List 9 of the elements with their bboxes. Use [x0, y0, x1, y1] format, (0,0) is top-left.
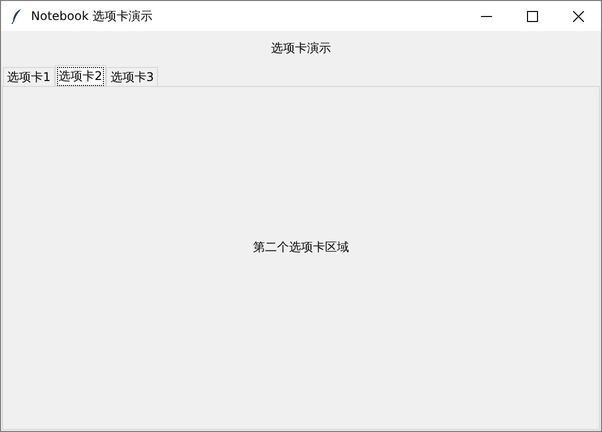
feather-icon	[11, 8, 23, 24]
tab[interactable]: 选项卡1	[3, 67, 55, 86]
panel-label: 第二个选项卡区域	[253, 238, 349, 256]
close-icon[interactable]	[572, 10, 584, 22]
maximize-icon[interactable]	[526, 10, 538, 22]
heading-label: 选项卡演示	[271, 41, 331, 55]
window-title: Notebook 选项卡演示	[31, 8, 152, 24]
tab[interactable]: 选项卡3	[106, 67, 158, 86]
tab[interactable]: 选项卡2	[54, 65, 106, 86]
